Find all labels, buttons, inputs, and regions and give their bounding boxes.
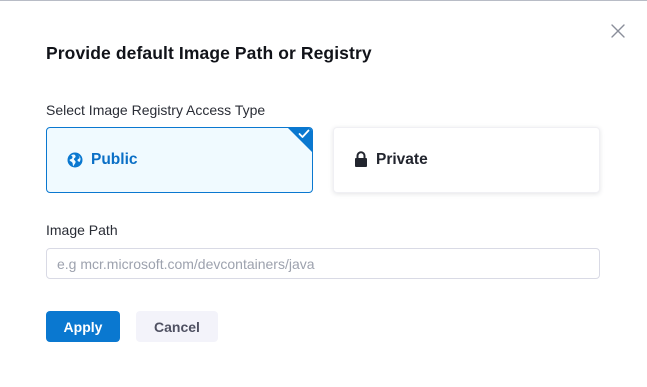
access-type-private-card[interactable]: Private — [333, 127, 600, 193]
lock-icon — [354, 151, 368, 167]
dialog-title: Provide default Image Path or Registry — [46, 43, 372, 63]
apply-button[interactable]: Apply — [46, 311, 120, 342]
image-path-label: Image Path — [46, 222, 118, 238]
private-option-label: Private — [376, 151, 428, 168]
checkmark-icon — [298, 129, 310, 138]
public-option-label: Public — [91, 151, 138, 168]
close-icon — [611, 24, 625, 38]
globe-icon — [67, 152, 83, 168]
cancel-button[interactable]: Cancel — [136, 311, 218, 342]
access-type-label: Select Image Registry Access Type — [46, 102, 266, 118]
image-path-input[interactable] — [46, 248, 600, 279]
close-button[interactable] — [607, 20, 629, 42]
access-type-public-card[interactable]: Public — [46, 127, 313, 193]
registry-dialog: Provide default Image Path or Registry S… — [0, 0, 647, 387]
